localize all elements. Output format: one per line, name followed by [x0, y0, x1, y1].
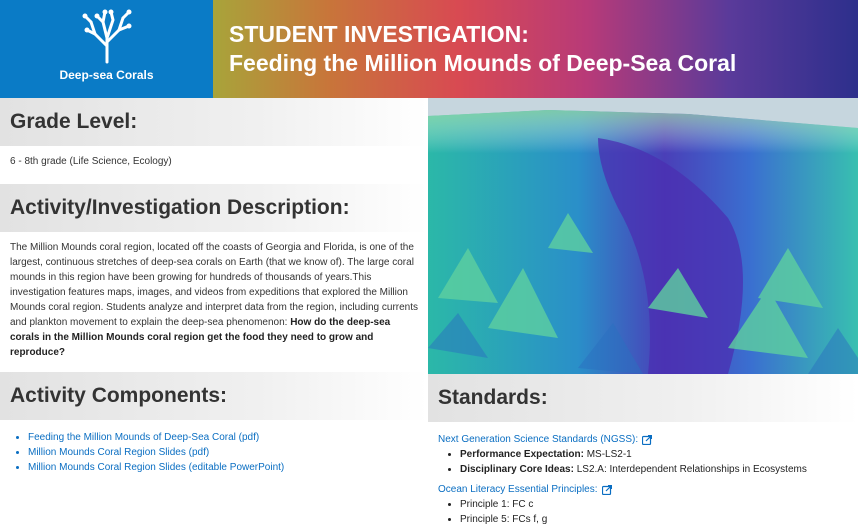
list-item: Million Mounds Coral Region Slides (edit…: [28, 460, 418, 475]
ocean-literacy-list: Principle 1: FC c Principle 5: FCs f, g: [438, 497, 848, 527]
seafloor-bathymetry-image: [428, 98, 858, 374]
component-link-pdf[interactable]: Feeding the Million Mounds of Deep-Sea C…: [28, 432, 259, 443]
list-item: Principle 1: FC c: [460, 497, 848, 512]
grade-level-text: 6 - 8th grade (Life Science, Ecology): [10, 156, 172, 167]
list-item: Disciplinary Core Ideas: LS2.A: Interdep…: [460, 462, 848, 477]
standards-body: Next Generation Science Standards (NGSS)…: [428, 422, 858, 527]
page-header: Deep-sea Corals STUDENT INVESTIGATION: F…: [0, 0, 858, 98]
standards-heading: Standards:: [438, 386, 548, 409]
description-text: The Million Mounds coral region, located…: [0, 232, 428, 360]
grade-level-header: Grade Level:: [0, 98, 428, 146]
components-header: Activity Components:: [0, 372, 428, 420]
standards-section: Standards: Next Generation Science Stand…: [428, 374, 858, 527]
logo-label: Deep-sea Corals: [59, 68, 154, 82]
list-item: Feeding the Million Mounds of Deep-Sea C…: [28, 430, 418, 445]
component-link-slides-pdf[interactable]: Million Mounds Coral Region Slides (pdf): [28, 447, 209, 458]
ngss-item-label: Performance Expectation:: [460, 449, 584, 460]
components-list: Feeding the Million Mounds of Deep-Sea C…: [0, 420, 428, 475]
ngss-link-label: Next Generation Science Standards (NGSS)…: [438, 434, 639, 445]
left-column: Grade Level: 6 - 8th grade (Life Science…: [0, 98, 428, 475]
banner-subtitle: Feeding the Million Mounds of Deep-Sea C…: [229, 50, 737, 76]
components-heading: Activity Components:: [10, 384, 228, 407]
title-banner: STUDENT INVESTIGATION: Feeding the Milli…: [213, 0, 858, 98]
ngss-link[interactable]: Next Generation Science Standards (NGSS)…: [438, 432, 848, 447]
ngss-item-value: LS2.A: Interdependent Relationships in E…: [576, 464, 807, 475]
ngss-item-value: MS-LS2-1: [586, 449, 632, 460]
coral-icon: [82, 9, 131, 64]
ngss-item-label: Disciplinary Core Ideas:: [460, 464, 574, 475]
grade-level-heading: Grade Level:: [10, 110, 138, 133]
external-link-icon: [601, 484, 612, 495]
ngss-list: Performance Expectation: MS-LS2-1 Discip…: [438, 447, 848, 477]
external-link-icon: [642, 434, 653, 445]
ocean-literacy-link[interactable]: Ocean Literacy Essential Principles:: [438, 482, 848, 497]
standards-header: Standards:: [428, 374, 858, 422]
ocean-literacy-link-label: Ocean Literacy Essential Principles:: [438, 484, 598, 495]
bathymetry-map: [428, 98, 858, 374]
list-item: Million Mounds Coral Region Slides (pdf): [28, 445, 418, 460]
list-item: Principle 5: FCs f, g: [460, 512, 848, 527]
component-link-slides-ppt[interactable]: Million Mounds Coral Region Slides (edit…: [28, 462, 284, 473]
description-body: The Million Mounds coral region, located…: [10, 242, 419, 328]
list-item: Performance Expectation: MS-LS2-1: [460, 447, 848, 462]
description-header: Activity/Investigation Description:: [0, 184, 428, 232]
banner-title: STUDENT INVESTIGATION:: [229, 21, 529, 47]
description-heading: Activity/Investigation Description:: [10, 196, 350, 219]
deep-sea-corals-logo[interactable]: Deep-sea Corals: [0, 0, 213, 98]
